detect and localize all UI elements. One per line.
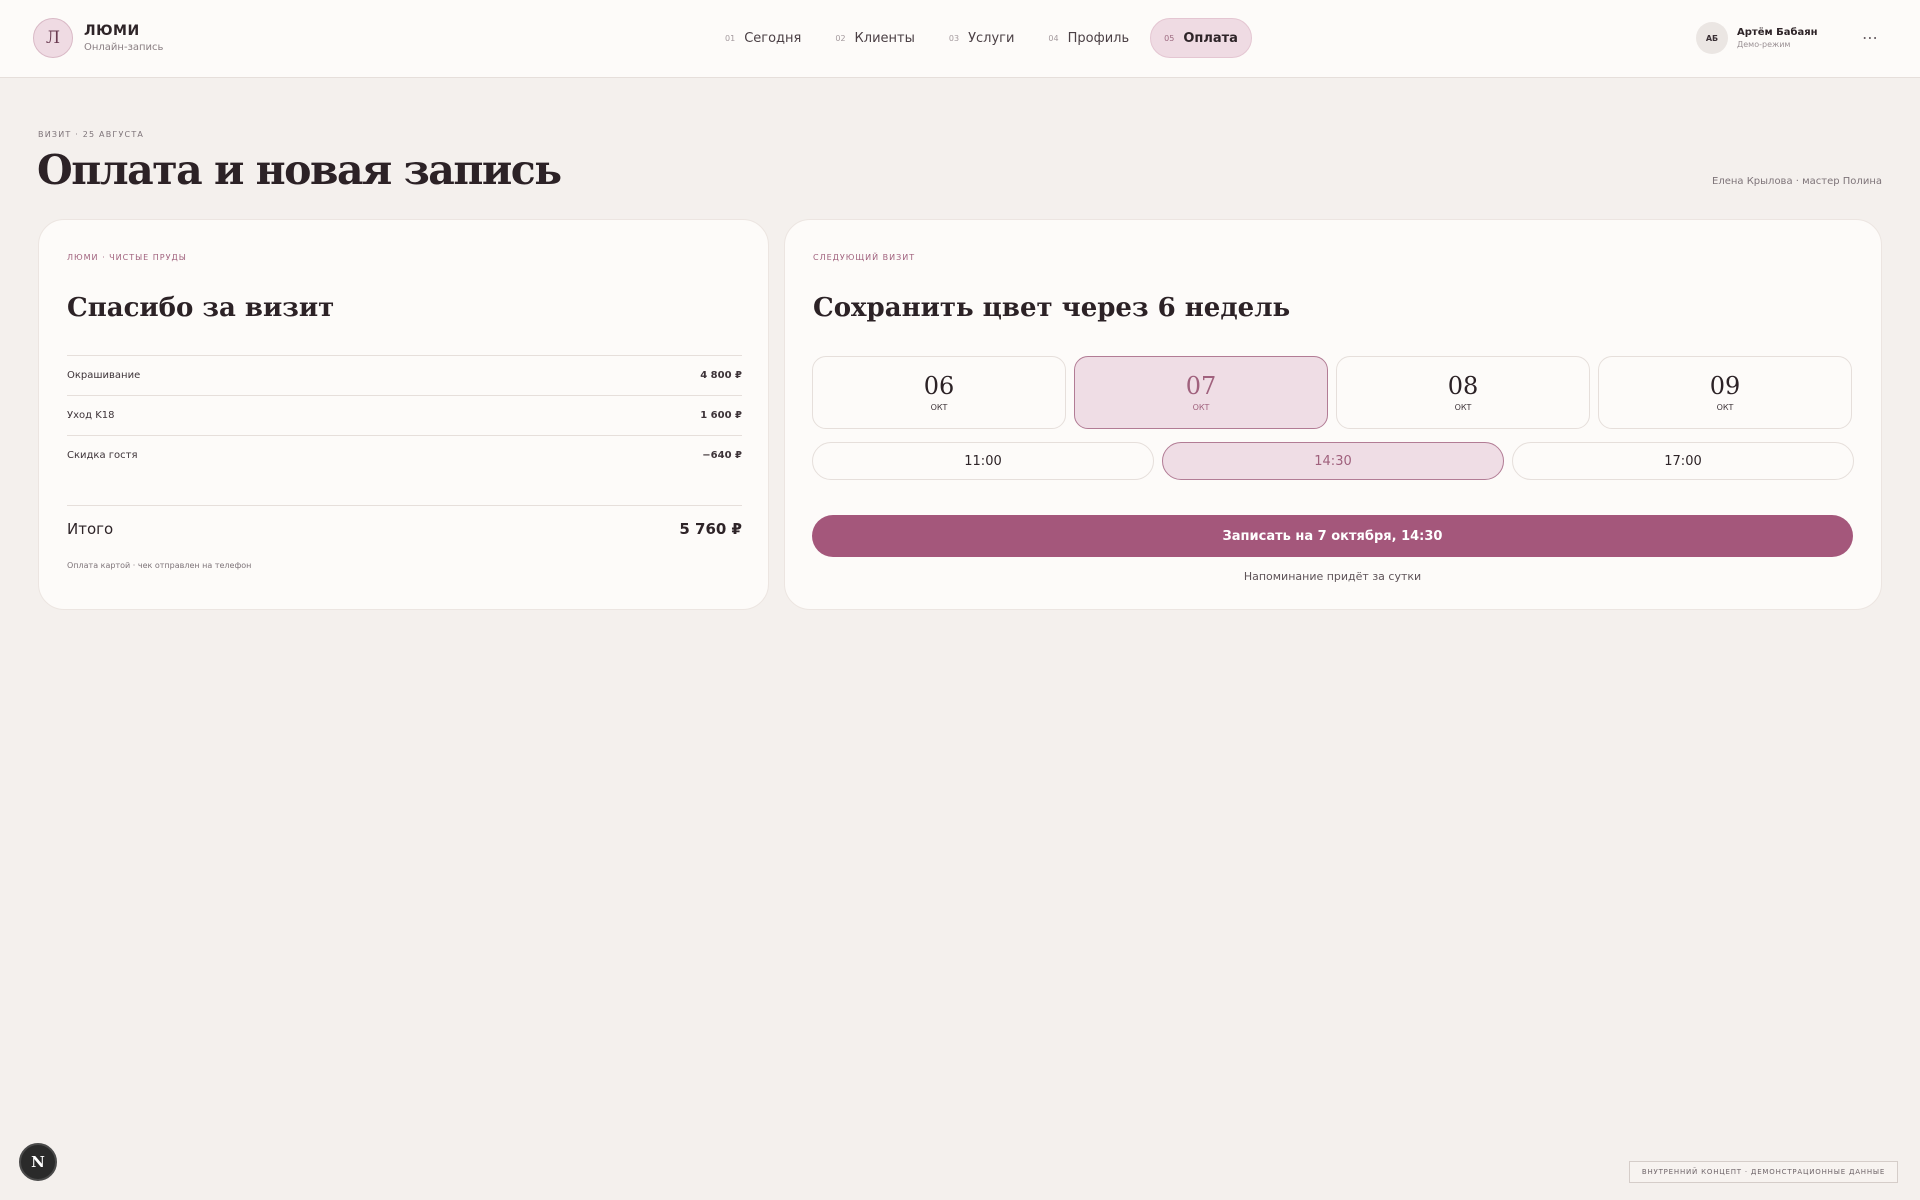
page-eyebrow: Визит · 25 августа xyxy=(38,130,145,139)
nav-item-today[interactable]: 01 Сегодня xyxy=(712,18,814,58)
nav-item-number: 02 xyxy=(835,33,846,43)
book-button[interactable]: Записать на 7 октября, 14:30 xyxy=(812,515,1853,557)
nav-item-label: Клиенты xyxy=(854,30,915,46)
total-row: Итого 5 760 ₽ xyxy=(67,505,742,552)
main-nav: 01 Сегодня 02 Клиенты 03 Услуги 04 Профи… xyxy=(712,18,1252,58)
nav-item-profile[interactable]: 04 Профиль xyxy=(1035,18,1142,58)
brand-name: ЛЮМИ xyxy=(84,23,140,39)
receipt-eyebrow: Люми · Чистые пруды xyxy=(67,253,187,262)
nav-item-number: 03 xyxy=(948,33,960,43)
date-option[interactable]: 06 окт xyxy=(812,356,1066,429)
date-month: окт xyxy=(930,402,948,412)
nav-item-label: Оплата xyxy=(1183,30,1238,46)
time-option-selected[interactable]: 14:30 xyxy=(1162,442,1504,480)
nav-item-clients[interactable]: 02 Клиенты xyxy=(822,18,928,58)
receipt-item-price: −640 ₽ xyxy=(702,450,742,461)
receipt-item: Скидка гостя −640 ₽ xyxy=(67,435,742,475)
user-name: Артём Бабаян xyxy=(1737,27,1818,38)
receipt-card: Люми · Чистые пруды Спасибо за визит Окр… xyxy=(38,219,769,610)
date-day: 09 xyxy=(1709,371,1741,400)
date-option-selected[interactable]: 07 окт xyxy=(1074,356,1328,429)
more-icon[interactable]: ⋯ xyxy=(1862,28,1879,47)
nav-item-number: 05 xyxy=(1164,33,1175,43)
nav-item-label: Профиль xyxy=(1067,30,1130,46)
date-month: окт xyxy=(1454,402,1472,412)
nav-item-label: Услуги xyxy=(968,30,1015,46)
nav-item-services[interactable]: 03 Услуги xyxy=(936,18,1028,58)
nav-item-number: 04 xyxy=(1048,33,1059,43)
date-day: 07 xyxy=(1185,371,1217,400)
receipt-item: Окрашивание 4 800 ₽ xyxy=(67,355,742,395)
receipt-item: Уход K18 1 600 ₽ xyxy=(67,395,742,435)
brand-subtitle: Онлайн-запись xyxy=(84,42,164,53)
receipt-item-name: Окрашивание xyxy=(67,370,141,381)
total-label: Итого xyxy=(67,520,114,538)
nav-item-number: 01 xyxy=(725,33,736,43)
page-title: Оплата и новая запись xyxy=(37,146,562,194)
user-menu[interactable]: АБ Артём Бабаян Демо-режим xyxy=(1696,22,1818,54)
time-option[interactable]: 11:00 xyxy=(812,442,1154,480)
receipt-title: Спасибо за визит xyxy=(67,293,335,323)
receipt-item-price: 4 800 ₽ xyxy=(700,370,742,381)
receipt-items: Окрашивание 4 800 ₽ Уход K18 1 600 ₽ Ски… xyxy=(67,355,742,475)
date-option[interactable]: 08 окт xyxy=(1336,356,1590,429)
receipt-item-name: Скидка гостя xyxy=(67,450,138,461)
brand[interactable]: Л ЛЮМИ Онлайн-запись xyxy=(33,18,163,58)
brand-logo: Л xyxy=(33,18,73,58)
page-meta: Елена Крылова · мастер Полина xyxy=(1712,176,1882,187)
date-picker: 06 окт 07 окт 08 окт 09 окт xyxy=(812,356,1852,429)
user-mode: Демо-режим xyxy=(1737,40,1791,49)
nav-item-payment[interactable]: 05 Оплата xyxy=(1150,18,1252,58)
total-value: 5 760 ₽ xyxy=(679,520,742,538)
next-visit-eyebrow: Следующий визит xyxy=(813,253,916,262)
demo-badge: Внутренний концепт · демонстрационные да… xyxy=(1629,1161,1898,1183)
date-day: 06 xyxy=(923,371,955,400)
time-option[interactable]: 17:00 xyxy=(1512,442,1854,480)
time-picker: 11:00 14:30 17:00 xyxy=(812,442,1854,480)
top-bar: Л ЛЮМИ Онлайн-запись 01 Сегодня 02 Клиен… xyxy=(0,0,1920,78)
payment-note: Оплата картой · чек отправлен на телефон xyxy=(67,561,252,570)
dev-tools-button[interactable]: N xyxy=(19,1143,57,1181)
next-visit-card: Следующий визит Сохранить цвет через 6 н… xyxy=(784,219,1882,610)
receipt-item-price: 1 600 ₽ xyxy=(700,410,742,421)
next-visit-title: Сохранить цвет через 6 недель xyxy=(813,293,1291,323)
nav-item-label: Сегодня xyxy=(744,30,802,46)
date-month: окт xyxy=(1716,402,1734,412)
date-option[interactable]: 09 окт xyxy=(1598,356,1852,429)
date-day: 08 xyxy=(1447,371,1479,400)
receipt-item-name: Уход K18 xyxy=(67,410,115,421)
date-month: окт xyxy=(1192,402,1210,412)
avatar: АБ xyxy=(1696,22,1728,54)
reminder-note: Напоминание придёт за сутки xyxy=(1243,570,1422,583)
